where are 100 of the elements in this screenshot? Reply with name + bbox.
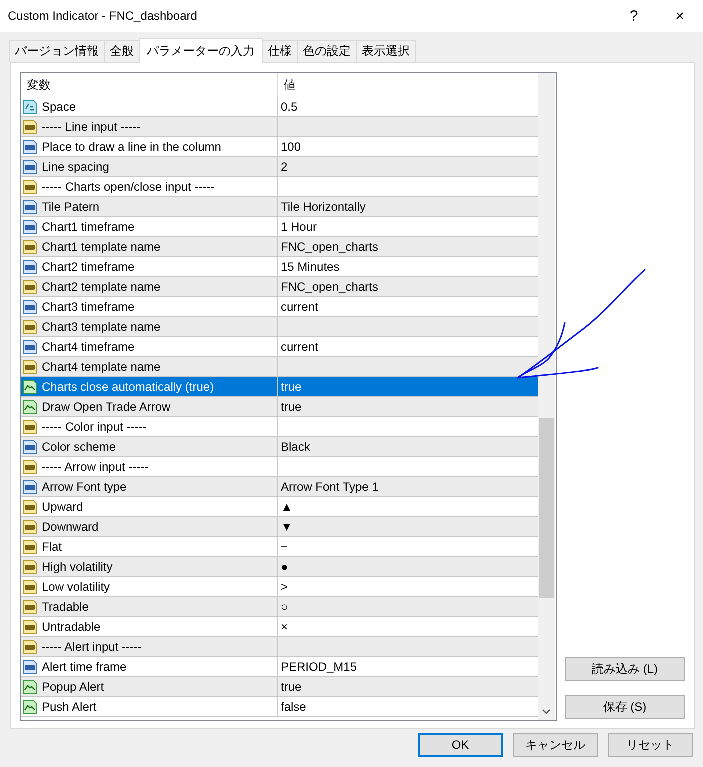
parameter-row[interactable]: High volatility ● — [21, 557, 538, 577]
parameter-row[interactable]: Chart1 template name FNC_open_charts — [21, 237, 538, 257]
integer-type-icon — [22, 298, 38, 314]
parameter-row[interactable]: Alert time frame PERIOD_M15 — [21, 657, 538, 677]
parameter-value: FNC_open_charts — [281, 280, 378, 294]
parameter-name: ----- Charts open/close input ----- — [42, 180, 215, 194]
parameter-row[interactable]: Chart4 timeframe current — [21, 337, 538, 357]
parameter-row[interactable]: Place to draw a line in the column 100 — [21, 137, 538, 157]
parameter-name: Space — [42, 100, 76, 114]
parameter-value: true — [281, 380, 302, 394]
parameter-value: PERIOD_M15 — [281, 660, 358, 674]
parameter-name: ----- Arrow input ----- — [42, 460, 149, 474]
parameter-row[interactable]: Chart4 template name — [21, 357, 538, 377]
parameter-name: Charts close automatically (true) — [42, 380, 214, 394]
parameter-row[interactable]: Untradable × — [21, 617, 538, 637]
text-type-icon — [22, 618, 38, 634]
parameter-name: Chart3 timeframe — [42, 300, 135, 314]
parameter-row[interactable]: Downward ▼ — [21, 517, 538, 537]
parameter-name: Color scheme — [42, 440, 116, 454]
parameter-value: > — [281, 580, 288, 594]
parameter-value: 100 — [281, 140, 302, 154]
parameter-value: ● — [281, 560, 288, 574]
text-type-icon — [22, 118, 38, 134]
parameter-name: Chart1 template name — [42, 240, 161, 254]
tab[interactable]: パラメーターの入力 — [139, 38, 263, 63]
cancel-button[interactable]: キャンセル — [513, 733, 598, 757]
text-type-icon — [22, 598, 38, 614]
parameter-name: Push Alert — [42, 700, 97, 714]
parameter-row[interactable]: Arrow Font type Arrow Font Type 1 — [21, 477, 538, 497]
parameter-value: false — [281, 700, 306, 714]
text-type-icon — [22, 178, 38, 194]
parameter-row[interactable]: ----- Arrow input ----- — [21, 457, 538, 477]
parameter-row[interactable]: Tile Patern Tile Horizontally — [21, 197, 538, 217]
parameter-value: current — [281, 300, 318, 314]
parameter-name: Chart2 template name — [42, 280, 161, 294]
chevron-down-icon[interactable] — [542, 708, 551, 714]
text-type-icon — [22, 418, 38, 434]
parameter-name: Line spacing — [42, 160, 110, 174]
number-type-icon — [22, 98, 38, 114]
text-type-icon — [22, 458, 38, 474]
parameter-row[interactable]: Chart2 timeframe 15 Minutes — [21, 257, 538, 277]
load-button[interactable]: 読み込み (L) — [565, 657, 685, 681]
parameter-row[interactable]: ----- Charts open/close input ----- — [21, 177, 538, 197]
parameter-value: 2 — [281, 160, 288, 174]
parameter-name: Chart4 timeframe — [42, 340, 135, 354]
parameter-row[interactable]: Color scheme Black — [21, 437, 538, 457]
parameter-row[interactable]: Tradable ○ — [21, 597, 538, 617]
parameter-name: Chart1 timeframe — [42, 220, 135, 234]
parameter-name: Tradable — [42, 600, 89, 614]
parameter-value: true — [281, 400, 302, 414]
parameter-name: Tile Patern — [42, 200, 100, 214]
parameter-name: Alert time frame — [42, 660, 127, 674]
ok-button[interactable]: OK — [418, 733, 503, 757]
boolean-type-icon — [22, 378, 38, 394]
parameter-row[interactable]: Flat − — [21, 537, 538, 557]
parameter-value: FNC_open_charts — [281, 240, 378, 254]
tab[interactable]: 表示選択 — [356, 40, 416, 62]
parameter-value: Tile Horizontally — [281, 200, 366, 214]
parameter-row[interactable]: Chart3 template name — [21, 317, 538, 337]
integer-type-icon — [22, 138, 38, 154]
tab[interactable]: バージョン情報 — [9, 40, 105, 62]
text-type-icon — [22, 498, 38, 514]
column-header[interactable]: 値 — [278, 73, 538, 97]
text-type-icon — [22, 318, 38, 334]
parameter-row[interactable]: Line spacing 2 — [21, 157, 538, 177]
parameter-row[interactable]: Space 0.5 — [21, 97, 538, 117]
boolean-type-icon — [22, 398, 38, 414]
parameter-row[interactable]: Low volatility > — [21, 577, 538, 597]
parameter-name: Upward — [42, 500, 84, 514]
integer-type-icon — [22, 258, 38, 274]
integer-type-icon — [22, 198, 38, 214]
reset-button[interactable]: リセット — [608, 733, 693, 757]
close-button[interactable]: × — [657, 0, 703, 32]
parameter-row[interactable]: Upward ▲ — [21, 497, 538, 517]
parameter-row[interactable]: ----- Line input ----- — [21, 117, 538, 137]
text-type-icon — [22, 518, 38, 534]
integer-type-icon — [22, 478, 38, 494]
parameter-value: − — [281, 540, 288, 554]
parameter-value: 15 Minutes — [281, 260, 340, 274]
text-type-icon — [22, 558, 38, 574]
scroll-thumb[interactable] — [539, 418, 554, 598]
scrollbar[interactable] — [538, 73, 555, 720]
text-type-icon — [22, 238, 38, 254]
parameter-value: ▼ — [281, 520, 293, 534]
integer-type-icon — [22, 658, 38, 674]
parameter-name: Flat — [42, 540, 62, 554]
parameter-row[interactable]: Chart2 template name FNC_open_charts — [21, 277, 538, 297]
parameter-name: Draw Open Trade Arrow — [42, 400, 171, 414]
boolean-type-icon — [22, 678, 38, 694]
parameter-row[interactable]: ----- Color input ----- — [21, 417, 538, 437]
save-button[interactable]: 保存 (S) — [565, 695, 685, 719]
parameter-row[interactable]: Draw Open Trade Arrow true — [21, 397, 538, 417]
parameter-row[interactable]: Chart3 timeframe current — [21, 297, 538, 317]
help-button[interactable]: ? — [611, 0, 657, 32]
parameter-row[interactable]: Charts close automatically (true) true — [21, 377, 538, 397]
parameter-row[interactable]: Chart1 timeframe 1 Hour — [21, 217, 538, 237]
parameter-row[interactable]: ----- Alert input ----- — [21, 637, 538, 657]
parameter-row[interactable]: Popup Alert true — [21, 677, 538, 697]
parameter-name: Untradable — [42, 620, 101, 634]
parameter-row[interactable]: Push Alert false — [21, 697, 538, 717]
